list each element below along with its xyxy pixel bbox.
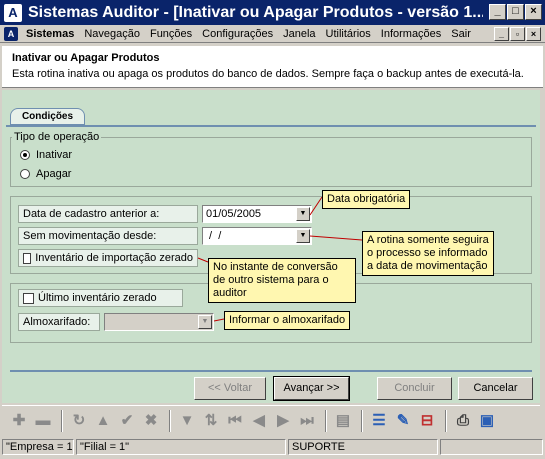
page-title: Inativar ou Apagar Produtos bbox=[12, 52, 160, 64]
maximize-button[interactable]: □ bbox=[507, 4, 524, 20]
minimize-button[interactable]: _ bbox=[489, 4, 506, 20]
almoxarifado-label: Almoxarifado: bbox=[18, 313, 100, 331]
toolbar-separator bbox=[61, 409, 63, 432]
radio-inativar-label: Inativar bbox=[36, 149, 73, 161]
app-logo-icon: A bbox=[4, 3, 22, 22]
tab-condicoes[interactable]: Condições bbox=[10, 108, 85, 125]
inventario-importacao-checkbox[interactable]: Inventário de importação zerado bbox=[18, 249, 198, 267]
dropdown-arrow-icon[interactable]: ▼ bbox=[296, 207, 310, 221]
ultimo-inventario-label: Último inventário zerado bbox=[38, 292, 157, 304]
check-icon[interactable]: ✔ bbox=[116, 410, 138, 432]
dropdown-arrow-icon[interactable]: ▼ bbox=[296, 229, 310, 243]
inventario-importacao-label: Inventário de importação zerado bbox=[35, 252, 193, 264]
x-icon[interactable]: ✖ bbox=[140, 410, 162, 432]
toolbar-separator bbox=[169, 409, 171, 432]
mdi-restore-button[interactable]: ▫ bbox=[510, 27, 525, 41]
mdi-minimize-button[interactable]: _ bbox=[494, 27, 509, 41]
edit-icon[interactable]: ✎ bbox=[392, 410, 414, 432]
note-almoxarifado: Informar o almoxarifado bbox=[224, 311, 351, 330]
checkbox-icon bbox=[23, 292, 34, 304]
print-icon[interactable]: ⎙ bbox=[452, 410, 474, 432]
note-conversao: No instante de conversão de outro sistem… bbox=[208, 258, 356, 303]
radio-selected-icon bbox=[20, 150, 30, 160]
status-filial: "Filial = 1" bbox=[76, 439, 286, 455]
menu-janela[interactable]: Janela bbox=[278, 28, 320, 40]
checkbox-icon bbox=[23, 252, 32, 264]
voltar-button[interactable]: << Voltar bbox=[194, 377, 266, 400]
radio-unselected-icon bbox=[20, 169, 30, 179]
app-menu-icon[interactable]: A bbox=[4, 26, 18, 41]
window-title: Sistemas Auditor - [Inativar ou Apagar P… bbox=[28, 3, 483, 21]
menu-bar: A Sistemas Navegação Funções Configuraçõ… bbox=[0, 25, 545, 43]
menu-funcoes[interactable]: Funções bbox=[145, 28, 197, 40]
next-record-icon[interactable]: ▶ bbox=[272, 410, 294, 432]
document-icon[interactable]: ▤ bbox=[332, 410, 354, 432]
cancelar-button[interactable]: Cancelar bbox=[458, 377, 533, 400]
radio-inativar[interactable]: Inativar bbox=[20, 149, 72, 161]
last-record-icon[interactable]: ⏭ bbox=[296, 410, 318, 432]
triangle-up-icon[interactable]: ▲ bbox=[92, 410, 114, 432]
first-record-icon[interactable]: ⏮ bbox=[224, 410, 246, 432]
status-bar: "Empresa = 1" "Filial = 1" SUPORTE bbox=[0, 437, 545, 457]
menu-informacoes[interactable]: Informações bbox=[376, 28, 447, 40]
page-header: Inativar ou Apagar Produtos Esta rotina … bbox=[2, 46, 543, 88]
avancar-button[interactable]: Avançar >> bbox=[273, 376, 350, 401]
button-divider bbox=[10, 370, 532, 372]
navigator-toolbar: ✚ ▬ ↻ ▲ ✔ ✖ ▼ ⇅ ⏮ ◀ ▶ ⏭ ▤ ☰ ✎ ⊟ ⎙ ▣ bbox=[2, 405, 540, 435]
operation-group bbox=[10, 137, 532, 187]
wizard-body: Condições Tipo de operação Inativar Apag… bbox=[2, 90, 540, 368]
note-movimentacao: A rotina somente seguira o processo se i… bbox=[362, 231, 494, 276]
minus-icon[interactable]: ▬ bbox=[32, 410, 54, 432]
sort-icon[interactable]: ⇅ bbox=[200, 410, 222, 432]
movimentacao-date-value: / / bbox=[206, 230, 222, 242]
wizard-buttons: << Voltar Avançar >> Concluir Cancelar bbox=[2, 368, 540, 403]
properties-icon[interactable]: ▣ bbox=[476, 410, 498, 432]
status-user: SUPORTE bbox=[288, 439, 438, 455]
ultimo-inventario-checkbox[interactable]: Último inventário zerado bbox=[18, 289, 183, 307]
refresh-icon[interactable]: ↻ bbox=[68, 410, 90, 432]
cadastro-date-field[interactable]: 01/05/2005 ▼ bbox=[202, 205, 312, 223]
list-icon[interactable]: ☰ bbox=[368, 410, 390, 432]
almoxarifado-select[interactable]: ▼ bbox=[104, 313, 214, 331]
radio-apagar[interactable]: Apagar bbox=[20, 168, 71, 180]
cadastro-date-value: 01/05/2005 bbox=[206, 208, 262, 220]
menu-utilitarios[interactable]: Utilitários bbox=[321, 28, 376, 40]
filter-icon[interactable]: ▼ bbox=[176, 410, 198, 432]
status-empresa: "Empresa = 1" bbox=[2, 439, 74, 455]
toolbar-separator bbox=[445, 409, 447, 432]
movimentacao-date-field[interactable]: / / ▼ bbox=[202, 227, 312, 245]
toolbar-separator bbox=[325, 409, 327, 432]
toolbar-separator bbox=[361, 409, 363, 432]
radio-apagar-label: Apagar bbox=[36, 168, 72, 180]
movimentacao-label: Sem movimentação desde: bbox=[18, 227, 198, 245]
delete-icon[interactable]: ⊟ bbox=[416, 410, 438, 432]
operation-legend: Tipo de operação bbox=[12, 131, 102, 143]
page-description: Esta rotina inativa ou apaga os produtos… bbox=[12, 68, 524, 80]
menu-sistemas[interactable]: Sistemas bbox=[21, 28, 79, 40]
menu-configuracoes[interactable]: Configurações bbox=[197, 28, 278, 40]
mdi-close-button[interactable]: × bbox=[526, 27, 541, 41]
status-extra bbox=[440, 439, 543, 455]
dropdown-arrow-icon[interactable]: ▼ bbox=[198, 315, 212, 329]
title-bar: A Sistemas Auditor - [Inativar ou Apagar… bbox=[0, 0, 545, 25]
note-data-obrigatoria: Data obrigatória bbox=[322, 190, 411, 209]
prev-record-icon[interactable]: ◀ bbox=[248, 410, 270, 432]
plus-icon[interactable]: ✚ bbox=[8, 410, 30, 432]
menu-sair[interactable]: Sair bbox=[446, 28, 476, 40]
menu-navegacao[interactable]: Navegação bbox=[79, 28, 145, 40]
cadastro-label: Data de cadastro anterior a: bbox=[18, 205, 198, 223]
concluir-button[interactable]: Concluir bbox=[377, 377, 452, 400]
close-button[interactable]: × bbox=[525, 4, 542, 20]
tab-divider bbox=[6, 125, 536, 127]
